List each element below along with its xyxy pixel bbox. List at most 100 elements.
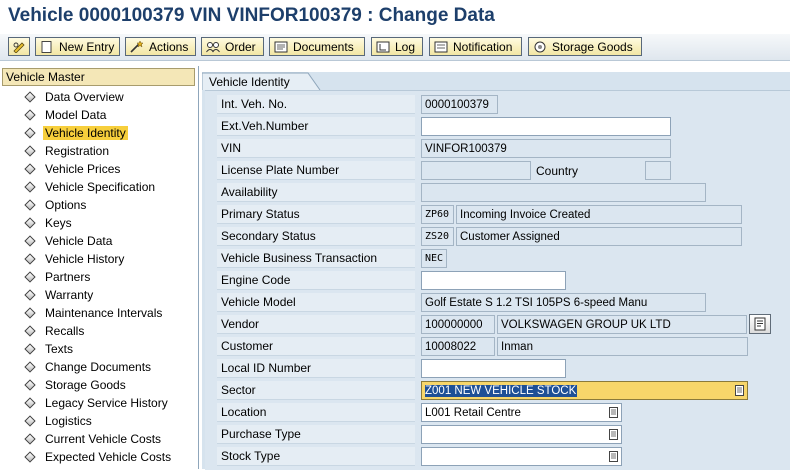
sidebar-item-vehicle-specification[interactable]: Vehicle Specification [24, 178, 157, 196]
people-icon [206, 41, 220, 53]
documents-label: Documents [293, 39, 354, 54]
vendor-name: VOLKSWAGEN GROUP UK LTD [497, 315, 747, 334]
actions-label: Actions [149, 39, 189, 54]
diamond-icon [24, 379, 36, 391]
new-document-icon [40, 40, 54, 53]
sidebar-item-registration[interactable]: Registration [24, 142, 111, 160]
sidebar-item-logistics[interactable]: Logistics [24, 412, 94, 430]
tree-header: Vehicle Master [2, 68, 195, 86]
notification-button[interactable]: Notification [429, 37, 522, 56]
customer-name: Inman [497, 337, 748, 356]
diamond-icon [24, 109, 36, 121]
customer-label: Customer [217, 337, 415, 356]
diamond-icon [24, 253, 36, 265]
diamond-icon [24, 307, 36, 319]
sidebar-item-legacy-service-history[interactable]: Legacy Service History [24, 394, 170, 412]
location-label: Location [217, 403, 415, 422]
engine-code-label: Engine Code [217, 271, 415, 290]
diamond-icon [24, 451, 36, 463]
storage-goods-label: Storage Goods [552, 39, 633, 54]
diamond-icon [24, 343, 36, 355]
sidebar-item-vehicle-history[interactable]: Vehicle History [24, 250, 126, 268]
diamond-icon [24, 415, 36, 427]
display-change-button[interactable] [8, 37, 30, 56]
diamond-icon [24, 433, 36, 445]
country-value [645, 161, 671, 180]
location-dropdown[interactable]: L001 Retail Centre [421, 403, 622, 422]
diamond-icon [24, 163, 36, 175]
notification-icon [434, 41, 448, 53]
order-label: Order [225, 39, 256, 54]
log-button[interactable]: Log [371, 37, 423, 56]
diamond-icon [24, 127, 36, 139]
sidebar-item-current-vehicle-costs[interactable]: Current Vehicle Costs [24, 430, 163, 448]
primary-status-text: Incoming Invoice Created [456, 205, 742, 224]
diamond-icon [24, 181, 36, 193]
country-label: Country [536, 163, 579, 178]
sidebar-item-maintenance-intervals[interactable]: Maintenance Intervals [24, 304, 164, 322]
new-entry-button[interactable]: New Entry [35, 37, 120, 56]
int-veh-no-label: Int. Veh. No. [217, 95, 415, 114]
stock-type-label: Stock Type [217, 447, 415, 466]
primary-status-code: ZP60 [421, 205, 454, 224]
sidebar-item-texts[interactable]: Texts [24, 340, 75, 358]
license-plate-label: License Plate Number [217, 161, 415, 180]
sidebar-item-model-data[interactable]: Model Data [24, 106, 108, 124]
primary-status-label: Primary Status [217, 205, 415, 224]
diamond-icon [24, 289, 36, 301]
local-id-input[interactable] [421, 359, 566, 378]
purchase-type-dropdown[interactable] [421, 425, 622, 444]
storage-goods-icon [533, 41, 547, 53]
documents-icon [274, 41, 288, 53]
vin-label: VIN [217, 139, 415, 158]
dropdown-list-icon[interactable] [735, 385, 744, 396]
sector-value: Z001 NEW VEHICLE STOCK [425, 384, 578, 397]
sidebar-item-change-documents[interactable]: Change Documents [24, 358, 153, 376]
diamond-icon [24, 271, 36, 283]
vendor-details-button[interactable] [749, 314, 771, 334]
sidebar-item-keys[interactable]: Keys [24, 214, 74, 232]
order-button[interactable]: Order [201, 37, 264, 56]
sidebar-item-expected-vehicle-costs[interactable]: Expected Vehicle Costs [24, 448, 173, 466]
vendor-code: 100000000 [421, 315, 495, 334]
location-value: L001 Retail Centre [425, 406, 521, 419]
actions-button[interactable]: Actions [125, 37, 196, 56]
business-transaction-label: Vehicle Business Transaction [217, 249, 415, 268]
documents-button[interactable]: Documents [269, 37, 365, 56]
sidebar-item-partners[interactable]: Partners [24, 268, 92, 286]
main-panel: Vehicle Identity Int. Veh. No. 000010037… [202, 72, 790, 470]
tab-label: Vehicle Identity [209, 75, 290, 89]
storage-goods-button[interactable]: Storage Goods [528, 37, 642, 56]
diamond-icon [24, 217, 36, 229]
int-veh-no-value: 0000100379 [421, 95, 498, 114]
sidebar-item-vehicle-data[interactable]: Vehicle Data [24, 232, 114, 250]
magic-wand-icon [130, 40, 144, 53]
diamond-icon [24, 361, 36, 373]
new-entry-label: New Entry [59, 39, 115, 54]
business-transaction-code: NEC [421, 249, 447, 268]
sidebar-item-vehicle-prices[interactable]: Vehicle Prices [24, 160, 122, 178]
vin-value: VINFOR100379 [421, 139, 671, 158]
dropdown-list-icon[interactable] [609, 451, 618, 462]
log-label: Log [395, 39, 416, 54]
sector-dropdown[interactable]: Z001 NEW VEHICLE STOCK [421, 381, 748, 400]
availability-label: Availability [217, 183, 415, 202]
sidebar-item-options[interactable]: Options [24, 196, 88, 214]
vendor-label: Vendor [217, 315, 415, 334]
sidebar-item-storage-goods[interactable]: Storage Goods [24, 376, 128, 394]
log-icon [376, 41, 390, 53]
sector-label: Sector [217, 381, 415, 400]
dropdown-list-icon[interactable] [609, 407, 618, 418]
dropdown-list-icon[interactable] [609, 429, 618, 440]
stock-type-dropdown[interactable] [421, 447, 622, 466]
customer-code: 10008022 [421, 337, 495, 356]
sidebar-item-recalls[interactable]: Recalls [24, 322, 86, 340]
engine-code-input[interactable] [421, 271, 566, 290]
sidebar-item-vehicle-identity[interactable]: Vehicle Identity [24, 124, 128, 142]
local-id-label: Local ID Number [217, 359, 415, 378]
purchase-type-label: Purchase Type [217, 425, 415, 444]
ext-veh-number-input[interactable] [421, 117, 671, 136]
sidebar-item-data-overview[interactable]: Data Overview [24, 88, 126, 106]
sidebar-item-warranty[interactable]: Warranty [24, 286, 95, 304]
secondary-status-label: Secondary Status [217, 227, 415, 246]
